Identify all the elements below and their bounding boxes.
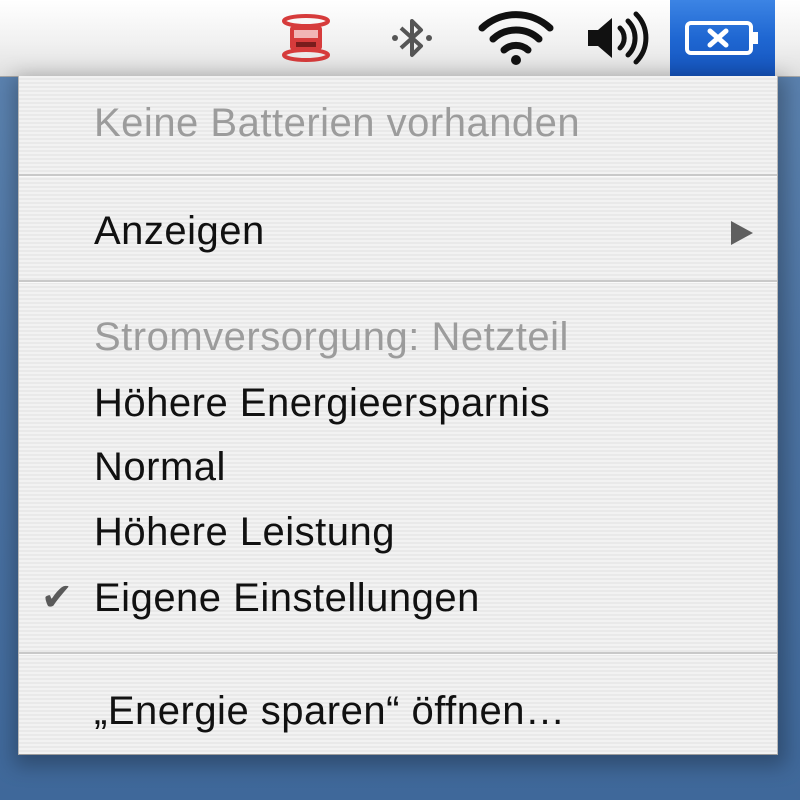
volume-icon[interactable] <box>578 8 656 68</box>
menu-separator <box>19 280 777 283</box>
power-source-item: Stromversorgung: Netzteil <box>19 306 777 368</box>
show-submenu-label: Anzeigen <box>94 209 265 253</box>
battery-icon <box>684 21 758 55</box>
show-submenu-item[interactable]: Anzeigen <box>19 200 777 262</box>
battery-menu-button[interactable] <box>670 0 775 76</box>
power-source-label: Stromversorgung: Netzteil <box>94 315 569 359</box>
option-better-energy-savings[interactable]: Höhere Energieersparnis <box>19 372 777 434</box>
option-label: Höhere Leistung <box>94 510 396 554</box>
open-energy-saver-label: „Energie sparen“ öffnen… <box>94 689 566 733</box>
checkmark-icon: ✔ <box>41 577 74 619</box>
wifi-icon[interactable] <box>476 8 556 68</box>
option-better-performance[interactable]: Höhere Leistung <box>19 501 777 563</box>
option-label: Normal <box>94 445 226 489</box>
battery-dropdown-menu: Keine Batterien vorhanden Anzeigen Strom… <box>18 76 778 755</box>
menu-bar <box>0 0 800 77</box>
option-custom[interactable]: ✔ Eigene Einstellungen <box>19 567 777 629</box>
option-label: Eigene Einstellungen <box>94 576 480 620</box>
open-energy-saver-item[interactable]: „Energie sparen“ öffnen… <box>19 680 777 742</box>
battery-status-label: Keine Batterien vorhanden <box>94 101 581 145</box>
menu-separator <box>19 652 777 655</box>
option-normal[interactable]: Normal <box>19 436 777 498</box>
bluetooth-icon[interactable] <box>380 8 444 68</box>
menu-separator <box>19 174 777 177</box>
option-label: Höhere Energieersparnis <box>94 381 551 425</box>
battery-status-item: Keine Batterien vorhanden <box>19 92 777 154</box>
sync-icon[interactable] <box>270 8 342 68</box>
